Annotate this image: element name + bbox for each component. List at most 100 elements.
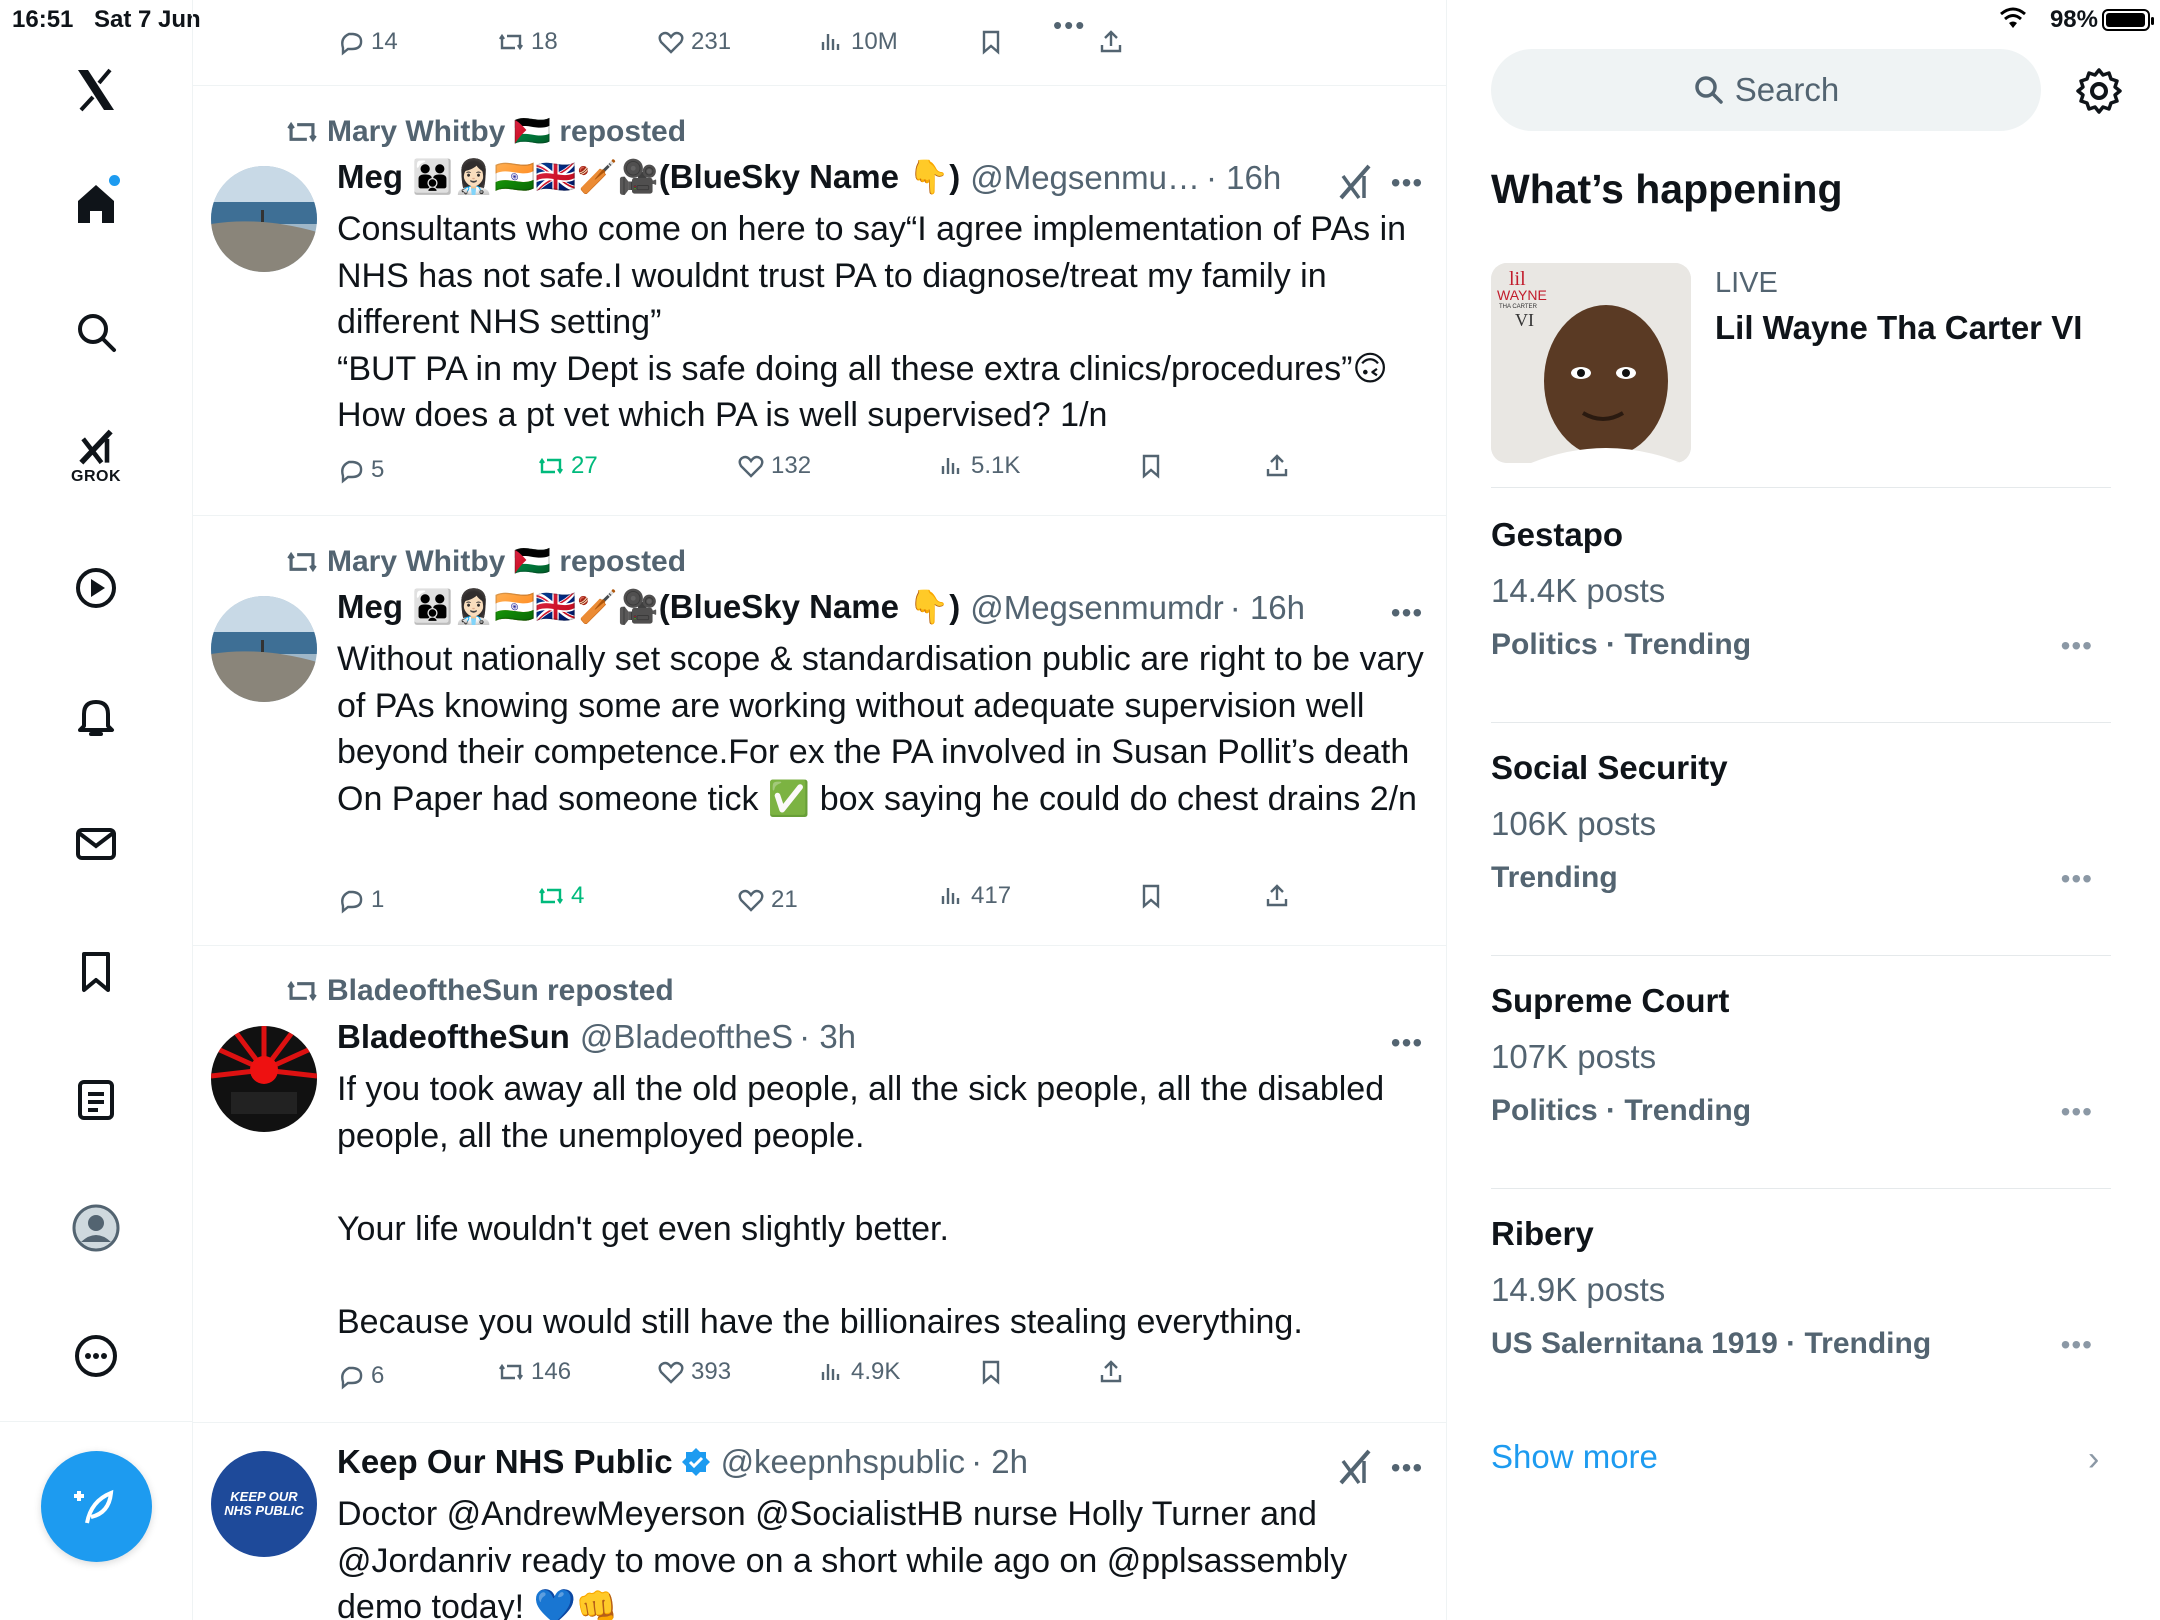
- reply-button[interactable]: 5: [337, 456, 384, 484]
- post-more-icon[interactable]: •••: [1387, 1027, 1427, 1058]
- repost-context: BladeoftheSun reposted: [285, 974, 674, 1008]
- post-item[interactable]: Mary Whitby 🇵🇸 reposted Meg 🧑‍🧑‍🧒👩🏻‍⚕️🇮🇳…: [193, 516, 1446, 946]
- views-chart-icon: [821, 34, 840, 50]
- like-button[interactable]: 21: [737, 886, 798, 914]
- trend-item[interactable]: Supreme Court 107K posts Politics · Tren…: [1491, 956, 2111, 1189]
- repost-button[interactable]: 18: [497, 28, 558, 56]
- explore-search-icon[interactable]: [56, 292, 136, 372]
- views-button[interactable]: 417: [937, 882, 1011, 910]
- more-options-icon[interactable]: [56, 1316, 136, 1396]
- grok-explain-icon[interactable]: [1335, 1447, 1375, 1487]
- author-avatar[interactable]: [211, 596, 317, 702]
- bookmarks-icon[interactable]: [56, 932, 136, 1012]
- author-name[interactable]: Keep Our NHS Public: [337, 1443, 673, 1481]
- post-header: Meg 🧑‍🧑‍🧒👩🏻‍⚕️🇮🇳🇬🇧🏏🎥(BlueSky Name 👇) @Me…: [337, 588, 1305, 627]
- author-avatar[interactable]: [211, 166, 317, 272]
- settings-gear-icon[interactable]: [2074, 66, 2124, 116]
- trend-item[interactable]: Social Security 106K posts Trending •••: [1491, 723, 2111, 956]
- author-handle[interactable]: @keepnhspublic: [721, 1443, 966, 1481]
- repost-button[interactable]: 27: [537, 452, 598, 480]
- post-item[interactable]: KEEP OUR NHS PUBLIC Keep Our NHS Public …: [193, 1423, 1446, 1620]
- trend-name: Ribery: [1491, 1215, 1594, 1252]
- post-item[interactable]: Mary Whitby 🇵🇸 reposted Meg 🧑‍🧑‍🧒👩🏻‍⚕️🇮🇳…: [193, 86, 1446, 516]
- post-time[interactable]: · 16h: [1230, 589, 1305, 627]
- grok-label: GROK: [71, 468, 121, 485]
- reply-count: 1: [371, 886, 385, 913]
- views-chart-icon: [941, 458, 960, 474]
- author-handle[interactable]: @Megsenmu…: [970, 159, 1200, 197]
- reply-button[interactable]: 1: [337, 886, 384, 914]
- share-button[interactable]: [1263, 882, 1291, 910]
- post-time[interactable]: · 3h: [799, 1018, 856, 1056]
- search-placeholder: Search: [1734, 71, 1840, 108]
- like-button[interactable]: 393: [657, 1358, 731, 1386]
- trend-item[interactable]: Gestapo 14.4K posts Politics · Trending …: [1491, 490, 2111, 723]
- bookmark-button[interactable]: [1137, 452, 1165, 480]
- live-event-card[interactable]: lil WAYNE THA CARTER VI LIVE Lil Wayne T…: [1491, 263, 2111, 488]
- author-avatar[interactable]: KEEP OUR NHS PUBLIC: [211, 1451, 317, 1557]
- reply-count: 5: [371, 456, 385, 483]
- author-avatar[interactable]: [211, 1026, 317, 1132]
- like-button[interactable]: 231: [657, 28, 731, 56]
- trend-more-icon[interactable]: •••: [2061, 1096, 2093, 1128]
- post-more-icon[interactable]: •••: [1387, 1452, 1427, 1483]
- views-count: 5.1K: [971, 452, 1021, 479]
- show-more-link[interactable]: Show more: [1491, 1438, 1658, 1476]
- repost-button[interactable]: 4: [537, 882, 584, 910]
- post-time[interactable]: · 16h: [1206, 159, 1281, 197]
- trend-item[interactable]: Ribery 14.9K posts US Salernitana 1919 ·…: [1491, 1189, 2111, 1422]
- post-item[interactable]: BladeoftheSun reposted BladeoftheSun @Bl…: [193, 946, 1446, 1423]
- video-play-icon[interactable]: [56, 548, 136, 628]
- repost-button[interactable]: 146: [497, 1358, 571, 1386]
- post-actions: 14 18 231 10M: [337, 28, 1317, 68]
- reply-button[interactable]: 14: [337, 28, 398, 56]
- views-button[interactable]: 4.9K: [817, 1358, 900, 1386]
- trend-category: US Salernitana 1919 · Trending: [1491, 1327, 1932, 1360]
- trend-more-icon[interactable]: •••: [2061, 630, 2093, 662]
- author-handle[interactable]: @Megsenmumdr: [970, 589, 1224, 627]
- profile-avatar-icon[interactable]: [56, 1188, 136, 1268]
- trend-category: Politics · Trending: [1491, 628, 1752, 661]
- bookmark-button[interactable]: [1137, 882, 1165, 910]
- repost-icon: [499, 1363, 523, 1381]
- repost-count: 4: [571, 882, 585, 909]
- notifications-bell-icon[interactable]: [56, 676, 136, 756]
- trend-more-icon[interactable]: •••: [2061, 1329, 2093, 1361]
- home-icon[interactable]: [56, 163, 136, 243]
- author-name[interactable]: Meg 🧑‍🧑‍🧒👩🏻‍⚕️🇮🇳🇬🇧🏏🎥(BlueSky Name 👇): [337, 588, 960, 627]
- grok-icon[interactable]: GROK: [56, 416, 136, 496]
- bookmark-button[interactable]: [977, 1358, 1005, 1386]
- author-handle[interactable]: @BladeoftheS: [580, 1018, 793, 1056]
- messages-envelope-icon[interactable]: [56, 804, 136, 884]
- share-icon: [1266, 884, 1288, 907]
- share-button[interactable]: [1097, 1358, 1125, 1386]
- post-more-icon[interactable]: •••: [1387, 167, 1427, 198]
- share-button[interactable]: [1097, 28, 1125, 56]
- post-actions: 1 4 21 417: [337, 882, 1317, 926]
- lists-icon[interactable]: [56, 1060, 136, 1140]
- post-more-icon[interactable]: •••: [1387, 597, 1427, 628]
- author-name[interactable]: BladeoftheSun: [337, 1018, 570, 1056]
- post-partial-top[interactable]: ••• 14 18 231 10M: [193, 0, 1446, 86]
- trend-name: Social Security: [1491, 749, 1728, 786]
- home-timeline[interactable]: ••• 14 18 231 10M Mary Whitby 🇵🇸 reposte…: [193, 0, 1447, 1620]
- trend-post-count: 14.9K posts: [1491, 1271, 1666, 1308]
- bookmark-button[interactable]: [977, 28, 1005, 56]
- post-time[interactable]: · 2h: [971, 1443, 1028, 1481]
- share-button[interactable]: [1263, 452, 1291, 480]
- trend-more-icon[interactable]: •••: [2061, 863, 2093, 895]
- post-text: If you took away all the old people, all…: [337, 1070, 1385, 1341]
- reply-icon: [341, 32, 363, 56]
- author-name[interactable]: Meg 🧑‍🧑‍🧒👩🏻‍⚕️🇮🇳🇬🇧🏏🎥(BlueSky Name 👇): [337, 158, 960, 197]
- compose-post-button[interactable]: [41, 1451, 152, 1562]
- views-button[interactable]: 10M: [817, 28, 898, 56]
- x-logo-icon[interactable]: [56, 50, 136, 130]
- like-button[interactable]: 132: [737, 452, 811, 480]
- search-input[interactable]: Search: [1491, 49, 2041, 131]
- grok-explain-icon[interactable]: [1335, 162, 1375, 202]
- views-button[interactable]: 5.1K: [937, 452, 1020, 480]
- heart-icon: [658, 1361, 684, 1384]
- like-count: 231: [691, 28, 732, 55]
- trend-name: Supreme Court: [1491, 982, 1730, 1019]
- reply-button[interactable]: 6: [337, 1362, 384, 1390]
